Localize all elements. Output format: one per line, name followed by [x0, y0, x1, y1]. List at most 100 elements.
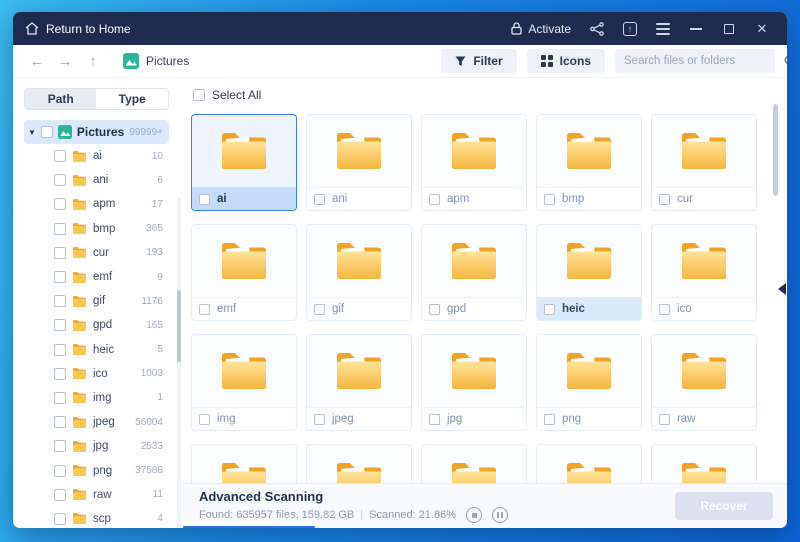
folder-tile-cur[interactable]: cur: [650, 114, 757, 211]
tree-item-checkbox[interactable]: [54, 367, 66, 380]
share-button[interactable]: [584, 17, 610, 41]
tree-item-checkbox[interactable]: [54, 488, 66, 501]
folder-tile-heic[interactable]: heic: [535, 224, 642, 321]
folder-tile-emf[interactable]: emf: [190, 224, 297, 321]
return-home-button[interactable]: Return to Home: [25, 22, 131, 36]
tile-checkbox[interactable]: [198, 303, 210, 315]
tree-item-apm[interactable]: apm 17: [24, 192, 169, 216]
tile-checkbox[interactable]: [198, 193, 210, 205]
tree-item-checkbox[interactable]: [54, 295, 66, 308]
tree-item-checkbox[interactable]: [54, 150, 66, 163]
search-icon[interactable]: [784, 55, 787, 67]
tree-item-ani[interactable]: ani 6: [24, 168, 169, 192]
tree-item-checkbox[interactable]: [54, 246, 66, 259]
folder-tile-gif[interactable]: gif: [305, 224, 412, 321]
folder-icon: [449, 130, 499, 172]
tree-item-checkbox[interactable]: [54, 174, 66, 187]
tree-item-checkbox[interactable]: [54, 319, 66, 332]
search-input[interactable]: [624, 55, 778, 67]
tree-item-checkbox[interactable]: [54, 198, 66, 211]
root-checkbox[interactable]: [40, 126, 53, 138]
folder-tile-ani[interactable]: ani: [305, 114, 412, 211]
main-scrollbar-thumb[interactable]: [773, 104, 778, 196]
tile-checkbox[interactable]: [198, 413, 210, 425]
menu-button[interactable]: [650, 17, 676, 41]
tree-item-heic[interactable]: heic 5: [24, 338, 169, 362]
tree-item-emf[interactable]: emf 9: [24, 265, 169, 289]
folder-tile-png[interactable]: png: [535, 334, 642, 431]
folder-icon: [72, 174, 87, 187]
tree-item-ico[interactable]: ico 1003: [24, 362, 169, 386]
folder-tile-img[interactable]: img: [190, 334, 297, 431]
tree-root-pictures[interactable]: ▼ Pictures 99999+: [24, 120, 169, 144]
back-button[interactable]: ←: [25, 49, 49, 73]
tile-checkbox[interactable]: [543, 193, 555, 205]
filter-button[interactable]: Filter: [441, 49, 517, 73]
tile-checkbox[interactable]: [428, 193, 440, 205]
tree-item-jpeg[interactable]: jpeg 56004: [24, 410, 169, 434]
tab-type[interactable]: Type: [96, 89, 168, 109]
tree-item-checkbox[interactable]: [54, 512, 66, 525]
tree-item-png[interactable]: png 37588: [24, 458, 169, 482]
select-all-checkbox[interactable]: [192, 89, 205, 101]
tree-item-gif[interactable]: gif 1176: [24, 289, 169, 313]
sidebar-scrollbar-track[interactable]: [176, 198, 181, 528]
minimize-button[interactable]: [683, 17, 709, 41]
breadcrumb[interactable]: Pictures: [123, 53, 189, 69]
upgrade-icon[interactable]: ↑: [617, 17, 643, 41]
tile-checkbox[interactable]: [313, 193, 325, 205]
folder-tile-ai[interactable]: ai: [190, 114, 297, 211]
tree-item-label: raw: [93, 488, 112, 501]
tree-item-checkbox[interactable]: [54, 416, 66, 429]
collapse-panel-arrow[interactable]: [778, 283, 786, 295]
pause-scan-button[interactable]: [492, 507, 508, 523]
tile-label: png: [561, 413, 582, 425]
stop-scan-button[interactable]: [466, 507, 482, 523]
up-button[interactable]: ↑: [81, 49, 105, 73]
tree-item-cur[interactable]: cur 193: [24, 241, 169, 265]
tree-item-checkbox[interactable]: [54, 464, 66, 477]
hamburger-icon: [656, 22, 670, 35]
folder-tile-ico[interactable]: ico: [650, 224, 757, 321]
folder-tile-gpd[interactable]: gpd: [420, 224, 527, 321]
tree-item-checkbox[interactable]: [54, 391, 66, 404]
tile-checkbox[interactable]: [658, 303, 670, 315]
view-icons-button[interactable]: Icons: [526, 49, 605, 73]
activate-button[interactable]: Activate: [505, 18, 577, 40]
recover-button[interactable]: Recover: [675, 492, 773, 520]
maximize-button[interactable]: [716, 17, 742, 41]
caret-down-icon[interactable]: ▼: [28, 128, 36, 137]
tile-checkbox[interactable]: [658, 413, 670, 425]
tile-checkbox[interactable]: [313, 303, 325, 315]
tree-item-checkbox[interactable]: [54, 440, 66, 453]
tile-checkbox[interactable]: [428, 413, 440, 425]
forward-button[interactable]: →: [53, 49, 77, 73]
sidebar-scrollbar-thumb[interactable]: [176, 290, 181, 362]
status-bar: Advanced Scanning Found: 635957 files, 1…: [182, 483, 787, 528]
tree-item-raw[interactable]: raw 11: [24, 483, 169, 507]
folder-icon: [219, 240, 269, 282]
tile-checkbox[interactable]: [428, 303, 440, 315]
search-box[interactable]: [615, 49, 787, 73]
tree-item-scp[interactable]: scp 4: [24, 507, 169, 528]
tile-checkbox[interactable]: [543, 413, 555, 425]
tree-item-jpg[interactable]: jpg 2533: [24, 434, 169, 458]
folder-tile-raw[interactable]: raw: [650, 334, 757, 431]
folder-tile-bmp[interactable]: bmp: [535, 114, 642, 211]
close-button[interactable]: ✕: [749, 17, 775, 41]
tree-item-gpd[interactable]: gpd 165: [24, 313, 169, 337]
tree-item-img[interactable]: img 1: [24, 386, 169, 410]
tile-checkbox[interactable]: [658, 193, 670, 205]
tree-item-checkbox[interactable]: [54, 343, 66, 356]
folder-tile-apm[interactable]: apm: [420, 114, 527, 211]
tree-item-checkbox[interactable]: [54, 271, 66, 284]
folder-tile-jpeg[interactable]: jpeg: [305, 334, 412, 431]
tile-checkbox[interactable]: [313, 413, 325, 425]
tree-item-ai[interactable]: ai 10: [24, 144, 169, 168]
tree-item-checkbox[interactable]: [54, 222, 66, 235]
folder-tile-jpg[interactable]: jpg: [420, 334, 527, 431]
tree-item-bmp[interactable]: bmp 365: [24, 217, 169, 241]
tab-path[interactable]: Path: [25, 89, 97, 109]
tile-checkbox[interactable]: [543, 303, 555, 315]
tree-item-label: jpeg: [93, 416, 115, 429]
